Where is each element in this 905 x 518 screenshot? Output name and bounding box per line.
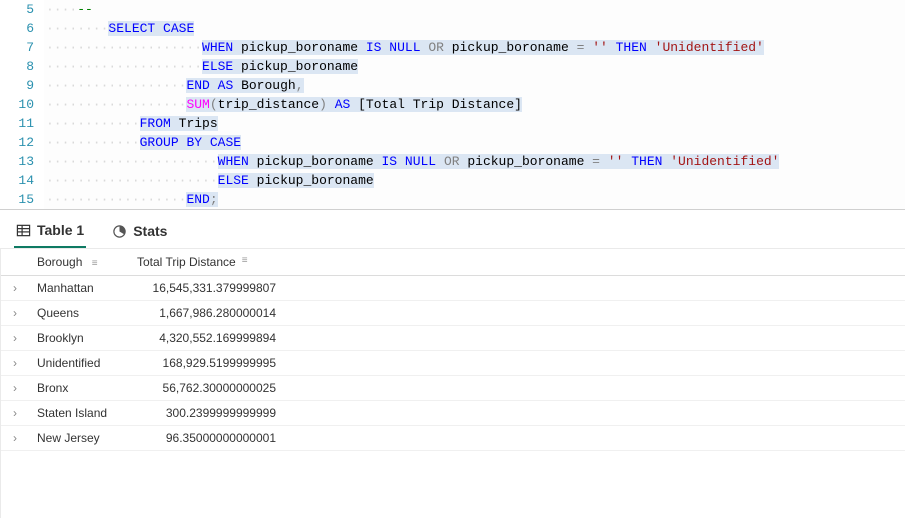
line-number: 13 [0, 152, 44, 171]
code-line[interactable]: 12············GROUP BY CASE [0, 133, 905, 152]
table-row[interactable]: ›Manhattan16,545,331.379999807 [1, 276, 905, 301]
cell-distance: 56,762.30000000025 [129, 376, 284, 401]
code-content[interactable]: ······················WHEN pickup_borona… [44, 152, 905, 171]
cell-distance: 168,929.5199999995 [129, 351, 284, 376]
code-line[interactable]: 14······················ELSE pickup_boro… [0, 171, 905, 190]
whitespace-indicator: ············ [46, 135, 140, 150]
cell-filler [284, 276, 905, 301]
line-number: 11 [0, 114, 44, 133]
code-line[interactable]: 10··················SUM(trip_distance) A… [0, 95, 905, 114]
tab-stats[interactable]: Stats [110, 219, 169, 247]
code-line[interactable]: 8····················ELSE pickup_boronam… [0, 57, 905, 76]
line-number: 8 [0, 57, 44, 76]
cell-borough: Bronx [29, 376, 129, 401]
table-row[interactable]: ›New Jersey96.35000000000001 [1, 426, 905, 451]
line-number: 7 [0, 38, 44, 57]
whitespace-indicator: ······················ [46, 154, 218, 169]
whitespace-indicator: ········ [46, 21, 108, 36]
table-row[interactable]: ›Bronx56,762.30000000025 [1, 376, 905, 401]
code-content[interactable]: ············GROUP BY CASE [44, 133, 905, 152]
cell-borough: Staten Island [29, 401, 129, 426]
line-number: 5 [0, 0, 44, 19]
cell-filler [284, 401, 905, 426]
cell-borough: Queens [29, 301, 129, 326]
sql-editor[interactable]: 5····--6········SELECT CASE7············… [0, 0, 905, 210]
code-line[interactable]: 11············FROM Trips [0, 114, 905, 133]
cell-distance: 1,667,986.280000014 [129, 301, 284, 326]
cell-distance: 96.35000000000001 [129, 426, 284, 451]
whitespace-indicator: ············ [46, 116, 140, 131]
whitespace-indicator: ···· [46, 2, 77, 17]
cell-filler [284, 376, 905, 401]
table-icon [16, 223, 31, 238]
results-grid-container[interactable]: Borough ≡ Total Trip Distance ≡ ›Manhatt… [0, 249, 905, 518]
column-distance[interactable]: Total Trip Distance ≡ [129, 249, 284, 276]
line-number: 10 [0, 95, 44, 114]
whitespace-indicator: ·················· [46, 192, 186, 207]
stats-icon [112, 224, 127, 239]
table-row[interactable]: ›Queens1,667,986.280000014 [1, 301, 905, 326]
code-content[interactable]: ····················ELSE pickup_boroname [44, 57, 905, 76]
line-number: 12 [0, 133, 44, 152]
line-number: 6 [0, 19, 44, 38]
cell-filler [284, 426, 905, 451]
table-row[interactable]: ›Unidentified168,929.5199999995 [1, 351, 905, 376]
code-content[interactable]: ······················ELSE pickup_borona… [44, 171, 905, 190]
column-menu-icon[interactable]: ≡ [86, 258, 98, 269]
code-content[interactable]: ····-- [44, 0, 905, 19]
cell-distance: 16,545,331.379999807 [129, 276, 284, 301]
expand-row-icon[interactable]: › [1, 326, 29, 351]
table-row[interactable]: ›Brooklyn4,320,552.169999894 [1, 326, 905, 351]
cell-filler [284, 301, 905, 326]
tab-stats-label: Stats [133, 223, 167, 239]
code-content[interactable]: ····················WHEN pickup_boroname… [44, 38, 905, 57]
line-number: 9 [0, 76, 44, 95]
code-content[interactable]: ··················SUM(trip_distance) AS … [44, 95, 905, 114]
expand-row-icon[interactable]: › [1, 301, 29, 326]
whitespace-indicator: ······················ [46, 173, 218, 188]
cell-filler [284, 326, 905, 351]
results-grid: Borough ≡ Total Trip Distance ≡ ›Manhatt… [1, 249, 905, 451]
column-filler [284, 249, 905, 276]
cell-borough: New Jersey [29, 426, 129, 451]
tab-table1-label: Table 1 [37, 222, 84, 238]
column-borough-label: Borough [37, 255, 82, 269]
cell-filler [284, 351, 905, 376]
column-menu-icon[interactable]: ≡ [236, 255, 248, 266]
code-line[interactable]: 7····················WHEN pickup_boronam… [0, 38, 905, 57]
expand-row-icon[interactable]: › [1, 276, 29, 301]
line-number: 15 [0, 190, 44, 209]
whitespace-indicator: ···················· [46, 59, 202, 74]
column-distance-label: Total Trip Distance [137, 255, 236, 269]
column-expand [1, 249, 29, 276]
tab-table1[interactable]: Table 1 [14, 218, 86, 248]
code-line[interactable]: 9··················END AS Borough, [0, 76, 905, 95]
code-content[interactable]: ············FROM Trips [44, 114, 905, 133]
results-tabbar: Table 1 Stats [0, 210, 905, 249]
line-number: 14 [0, 171, 44, 190]
code-content[interactable]: ········SELECT CASE [44, 19, 905, 38]
code-content[interactable]: ··················END AS Borough, [44, 76, 905, 95]
expand-row-icon[interactable]: › [1, 426, 29, 451]
expand-row-icon[interactable]: › [1, 351, 29, 376]
column-borough[interactable]: Borough ≡ [29, 249, 129, 276]
whitespace-indicator: ···················· [46, 40, 202, 55]
expand-row-icon[interactable]: › [1, 376, 29, 401]
code-line[interactable]: 5····-- [0, 0, 905, 19]
cell-borough: Unidentified [29, 351, 129, 376]
cell-borough: Manhattan [29, 276, 129, 301]
whitespace-indicator: ·················· [46, 97, 186, 112]
table-row[interactable]: ›Staten Island300.2399999999999 [1, 401, 905, 426]
expand-row-icon[interactable]: › [1, 401, 29, 426]
whitespace-indicator: ·················· [46, 78, 186, 93]
code-line[interactable]: 15··················END; [0, 190, 905, 209]
cell-distance: 4,320,552.169999894 [129, 326, 284, 351]
cell-distance: 300.2399999999999 [129, 401, 284, 426]
cell-borough: Brooklyn [29, 326, 129, 351]
code-line[interactable]: 6········SELECT CASE [0, 19, 905, 38]
code-line[interactable]: 13······················WHEN pickup_boro… [0, 152, 905, 171]
code-content[interactable]: ··················END; [44, 190, 905, 209]
